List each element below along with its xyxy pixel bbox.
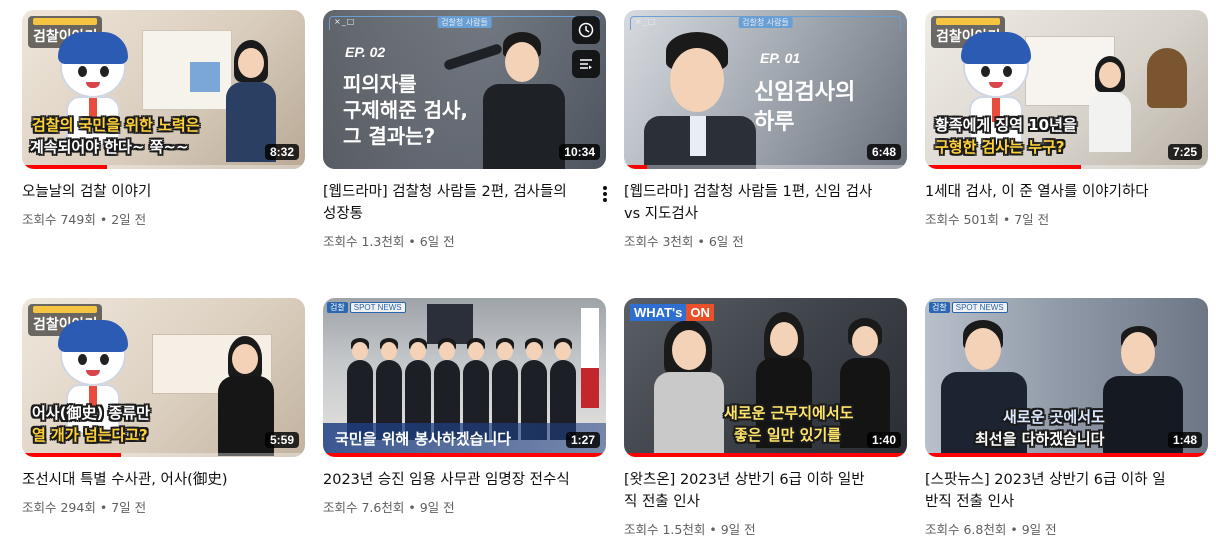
video-card[interactable]: ×_□ 검찰청 사람들 EP. 01 신임검사의 하루 6:48 [웹드라마] … (624, 10, 907, 250)
watch-progress (925, 165, 1081, 169)
video-title[interactable]: [왓츠온] 2023년 상반기 6급 이하 일반직 전출 인사 (624, 469, 874, 513)
video-meta: 조회수 6.8천회 • 9일 전 (925, 522, 1057, 537)
upload-age: 6일 전 (419, 234, 455, 249)
video-card[interactable]: 검찰이야기 황족에게 징역 10년을 구형한 검사는 누구? 7:25 1세대 … (925, 10, 1208, 228)
video-card[interactable]: 검찰이야기 어사(御史) 종류만 열 개가 넘는다고? 5:59 조선시대 특별… (22, 298, 305, 516)
watch-progress (22, 453, 122, 457)
thumbnail-caption: 하루 (754, 110, 795, 135)
episode-label: EP. 01 (760, 50, 801, 66)
view-count: 조회수 6.8천회 (925, 522, 1007, 537)
queue-icon (580, 59, 592, 70)
video-meta: 조회수 501회 • 7일 전 (925, 212, 1050, 227)
add-to-queue-button[interactable] (572, 50, 600, 78)
watch-progress (925, 453, 1208, 457)
spot-news-badge: 검찰 SPOT NEWS (327, 302, 406, 313)
video-thumbnail[interactable]: ×_□ 검찰청 사람들 EP. 01 신임검사의 하루 6:48 (624, 10, 907, 169)
thumbnail-caption: 피의자를 (343, 72, 417, 96)
duration-badge: 8:32 (264, 144, 299, 160)
view-count: 조회수 294회 (22, 500, 96, 515)
thumbnail-caption: 새로운 곳에서도 (1003, 408, 1105, 426)
upload-age: 9일 전 (419, 500, 455, 515)
clock-icon (578, 22, 594, 38)
video-meta: 조회수 7.6천회 • 9일 전 (323, 500, 455, 515)
thumbnail-caption: 어사(御史) 종류만 (32, 404, 150, 422)
video-card[interactable]: 검찰이야기 검찰의 국민을 위한 노력은 계속되어야 한다~ 쭉~~ 8:32 … (22, 10, 305, 228)
video-meta: 조회수 294회 • 7일 전 (22, 500, 147, 515)
upload-age: 9일 전 (1021, 522, 1057, 537)
video-card[interactable]: ×_□ 검찰청 사람들 EP. 02 피의자를 구제해준 검사, 그 결과는? … (323, 10, 607, 250)
duration-badge: 10:34 (559, 144, 600, 160)
more-actions-button[interactable] (593, 182, 617, 206)
view-count: 조회수 501회 (925, 212, 999, 227)
video-title[interactable]: [스팟뉴스] 2023년 상반기 6급 이하 일반직 전출 인사 (925, 469, 1175, 513)
video-meta: 조회수 3천회 • 6일 전 (624, 234, 744, 249)
view-count: 조회수 3천회 (624, 234, 694, 249)
flag (581, 308, 599, 408)
window-frame: ×_□ 검찰청 사람들 (329, 16, 600, 30)
watch-progress (624, 165, 647, 169)
video-thumbnail[interactable]: 검찰이야기 황족에게 징역 10년을 구형한 검사는 누구? 7:25 (925, 10, 1208, 169)
video-meta: 조회수 1.5천회 • 9일 전 (624, 522, 756, 537)
video-meta: 조회수 1.3천회 • 6일 전 (323, 234, 455, 249)
upload-age: 9일 전 (720, 522, 756, 537)
upload-age: 2일 전 (111, 212, 147, 227)
video-title[interactable]: 오늘날의 검찰 이야기 (22, 181, 272, 203)
duration-badge: 5:59 (264, 432, 299, 448)
thumbnail-caption: 신임검사의 (754, 80, 856, 105)
thumbnail-caption: 새로운 근무지에서도 (724, 404, 854, 422)
duration-badge: 1:48 (1167, 432, 1202, 448)
spot-news-badge: 검찰 SPOT NEWS (929, 302, 1008, 313)
watch-progress-track (624, 165, 907, 169)
window-frame: ×_□ 검찰청 사람들 (630, 16, 901, 30)
video-thumbnail[interactable]: ×_□ 검찰청 사람들 EP. 02 피의자를 구제해준 검사, 그 결과는? … (323, 10, 606, 169)
video-thumbnail[interactable]: 검찰이야기 검찰의 국민을 위한 노력은 계속되어야 한다~ 쭉~~ 8:32 (22, 10, 305, 169)
watch-progress (22, 165, 107, 169)
watch-later-button[interactable] (572, 16, 600, 44)
video-card[interactable]: 검찰 SPOT NEWS 국민을 위해 봉사하겠습니다 1:27 2023년 승진… (323, 298, 606, 516)
duration-badge: 6:48 (866, 144, 901, 160)
duration-badge: 7:25 (1167, 144, 1202, 160)
video-card[interactable]: 검찰 SPOT NEWS 새로운 곳에서도 최선을 다하겠습니다 1:48 [스팟… (925, 298, 1208, 538)
video-thumbnail[interactable]: 검찰 SPOT NEWS 국민을 위해 봉사하겠습니다 1:27 (323, 298, 606, 457)
watch-progress (624, 453, 907, 457)
upload-age: 7일 전 (111, 500, 147, 515)
view-count: 조회수 1.5천회 (624, 522, 706, 537)
view-count: 조회수 1.3천회 (323, 234, 405, 249)
view-count: 조회수 749회 (22, 212, 96, 227)
upload-age: 6일 전 (708, 234, 744, 249)
video-title[interactable]: 2023년 승진 임용 사무관 임명장 전수식 (323, 469, 573, 491)
upload-age: 7일 전 (1014, 212, 1050, 227)
video-title[interactable]: 1세대 검사, 이 준 열사를 이야기하다 (925, 181, 1175, 203)
video-grid: 검찰이야기 검찰의 국민을 위한 노력은 계속되어야 한다~ 쭉~~ 8:32 … (22, 10, 1212, 547)
thumbnail-caption: 검찰의 국민을 위한 노력은 (32, 116, 200, 134)
video-meta: 조회수 749회 • 2일 전 (22, 212, 147, 227)
video-title[interactable]: 조선시대 특별 수사관, 어사(御史) (22, 469, 272, 491)
thumbnail-caption: 계속되어야 한다~ 쭉~~ (30, 138, 189, 156)
video-thumbnail[interactable]: WHAT's ON 새로운 근무지에서도 좋은 일만 있기를 1:40 (624, 298, 907, 457)
episode-label: EP. 02 (345, 44, 386, 60)
more-vertical-icon (603, 186, 607, 202)
thumbnail-caption: 구제해준 검사, (343, 98, 468, 122)
watch-progress (323, 453, 606, 457)
bust-statue (1147, 48, 1187, 108)
duration-badge: 1:40 (866, 432, 901, 448)
video-card[interactable]: WHAT's ON 새로운 근무지에서도 좋은 일만 있기를 1:40 [왓츠온… (624, 298, 907, 538)
video-thumbnail[interactable]: 검찰이야기 어사(御史) 종류만 열 개가 넘는다고? 5:59 (22, 298, 305, 457)
duration-badge: 1:27 (565, 432, 600, 448)
view-count: 조회수 7.6천회 (323, 500, 405, 515)
video-title[interactable]: [웹드라마] 검찰청 사람들 1편, 신임 검사 vs 지도검사 (624, 181, 874, 225)
video-thumbnail[interactable]: 검찰 SPOT NEWS 새로운 곳에서도 최선을 다하겠습니다 1:48 (925, 298, 1208, 457)
thumbnail-caption: 황족에게 징역 10년을 (935, 116, 1077, 134)
whats-on-logo: WHAT's ON (630, 304, 714, 321)
video-title[interactable]: [웹드라마] 검찰청 사람들 2편, 검사들의 성장통 (323, 181, 573, 225)
